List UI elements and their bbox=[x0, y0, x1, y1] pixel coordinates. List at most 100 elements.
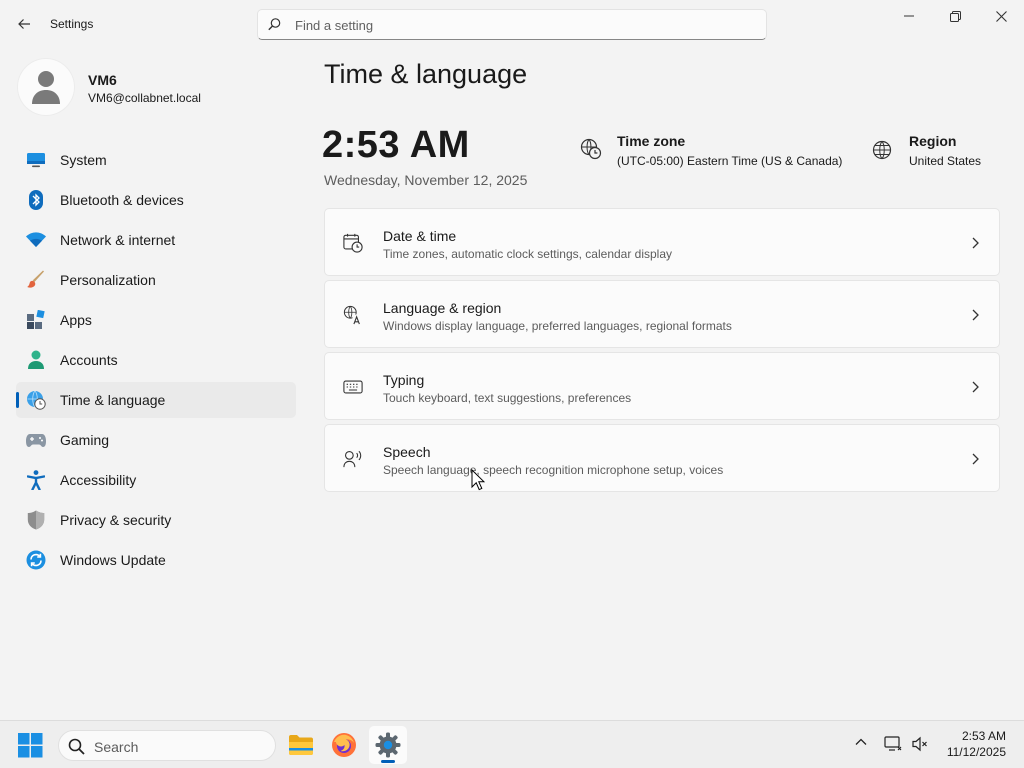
current-time: 2:53 AM bbox=[322, 124, 470, 166]
card-title: Date & time bbox=[383, 228, 457, 244]
taskbar-clock-date[interactable]: 11/12/2025 bbox=[942, 745, 1006, 759]
taskbar-settings[interactable] bbox=[369, 726, 407, 764]
chevron-right-icon bbox=[971, 308, 979, 326]
update-icon bbox=[26, 550, 46, 570]
region-title: Region bbox=[909, 133, 957, 149]
minimize-icon bbox=[904, 15, 914, 17]
user-email: VM6@collabnet.local bbox=[88, 91, 201, 105]
keyboard-icon bbox=[343, 377, 363, 397]
close-icon bbox=[995, 10, 1007, 22]
card-description: Touch keyboard, text suggestions, prefer… bbox=[383, 391, 632, 405]
sidebar-item-accessibility[interactable]: Accessibility bbox=[16, 462, 296, 498]
sidebar-item-label: Accounts bbox=[60, 352, 118, 368]
page-title: Time & language bbox=[324, 59, 528, 89]
person-icon bbox=[32, 71, 60, 104]
active-app-indicator bbox=[381, 760, 395, 763]
sidebar-item-label: Privacy & security bbox=[60, 512, 172, 528]
minimize-button[interactable] bbox=[886, 0, 932, 32]
sidebar-item-label: Accessibility bbox=[60, 472, 137, 488]
globe-icon bbox=[872, 140, 892, 165]
taskbar-file-explorer[interactable] bbox=[282, 726, 320, 764]
person-icon bbox=[26, 350, 46, 370]
windows-logo-icon bbox=[18, 733, 43, 758]
card-title: Typing bbox=[383, 372, 425, 388]
title-bar: Settings bbox=[0, 0, 1024, 48]
sidebar-item-label: Time & language bbox=[60, 392, 166, 408]
card-title: Language & region bbox=[383, 300, 502, 316]
sidebar-item-windows-update[interactable]: Windows Update bbox=[16, 542, 296, 578]
sidebar-item-label: Apps bbox=[60, 312, 92, 328]
sidebar-item-apps[interactable]: Apps bbox=[16, 302, 296, 338]
mouse-cursor-icon bbox=[471, 468, 486, 496]
gear-icon bbox=[375, 732, 401, 758]
sidebar-item-bluetooth[interactable]: Bluetooth & devices bbox=[16, 182, 296, 218]
search-box[interactable] bbox=[257, 9, 767, 40]
sidebar-item-system[interactable]: System bbox=[16, 142, 296, 178]
sidebar-item-personalization[interactable]: Personalization bbox=[16, 262, 296, 298]
taskbar-search-label: Search bbox=[94, 739, 139, 755]
card-date-time[interactable]: Date & time Time zones, automatic clock … bbox=[324, 208, 1000, 276]
network-icon[interactable] bbox=[884, 735, 902, 758]
app-title: Settings bbox=[50, 17, 94, 31]
globe-clock-icon bbox=[26, 390, 46, 410]
sidebar-item-privacy[interactable]: Privacy & security bbox=[16, 502, 296, 538]
bluetooth-icon bbox=[26, 190, 46, 210]
settings-cards: Date & time Time zones, automatic clock … bbox=[324, 208, 1000, 496]
speech-icon bbox=[343, 449, 363, 469]
region-value: United States bbox=[909, 154, 982, 168]
taskbar-clock-time[interactable]: 2:53 AM bbox=[942, 729, 1006, 743]
sidebar-item-accounts[interactable]: Accounts bbox=[16, 342, 296, 378]
sidebar-item-label: Gaming bbox=[60, 432, 110, 448]
card-typing[interactable]: Typing Touch keyboard, text suggestions,… bbox=[324, 352, 1000, 420]
chevron-up-icon[interactable] bbox=[854, 735, 868, 754]
apps-icon bbox=[26, 310, 46, 330]
gamepad-icon bbox=[26, 430, 46, 450]
shield-icon bbox=[26, 510, 46, 530]
sidebar-item-label: Personalization bbox=[60, 272, 156, 288]
search-icon bbox=[267, 17, 282, 37]
card-description: Time zones, automatic clock settings, ca… bbox=[383, 247, 673, 261]
chevron-right-icon bbox=[971, 452, 979, 470]
taskbar: Search 2:53 AM 11/12/2025 bbox=[0, 720, 1024, 768]
sidebar-item-label: Network & internet bbox=[60, 232, 176, 248]
chevron-right-icon bbox=[971, 236, 979, 254]
monitor-icon bbox=[26, 150, 46, 170]
chevron-right-icon bbox=[971, 380, 979, 398]
start-button[interactable] bbox=[18, 733, 43, 763]
search-icon bbox=[68, 738, 85, 760]
sidebar-nav: System Bluetooth & devices Network & int… bbox=[16, 142, 296, 582]
card-language-region[interactable]: Language & region Windows display langua… bbox=[324, 280, 1000, 348]
close-button[interactable] bbox=[978, 0, 1024, 32]
brush-icon bbox=[26, 270, 46, 290]
card-description: Windows display language, preferred lang… bbox=[383, 319, 732, 333]
maximize-button[interactable] bbox=[932, 0, 978, 32]
calendar-clock-icon bbox=[343, 233, 363, 253]
sidebar-item-gaming[interactable]: Gaming bbox=[16, 422, 296, 458]
card-title: Speech bbox=[383, 444, 431, 460]
card-speech[interactable]: Speech Speech language, speech recogniti… bbox=[324, 424, 1000, 492]
taskbar-firefox[interactable] bbox=[325, 726, 363, 764]
sidebar-item-network[interactable]: Network & internet bbox=[16, 222, 296, 258]
current-date: Wednesday, November 12, 2025 bbox=[324, 172, 528, 188]
taskbar-search[interactable]: Search bbox=[58, 730, 276, 761]
volume-muted-icon[interactable] bbox=[911, 735, 929, 758]
restore-icon bbox=[949, 10, 961, 22]
time-zone-value: (UTC-05:00) Eastern Time (US & Canada) bbox=[617, 154, 843, 168]
search-input[interactable] bbox=[295, 15, 745, 35]
back-button[interactable] bbox=[10, 10, 38, 38]
sidebar-item-label: Windows Update bbox=[60, 552, 166, 568]
user-name: VM6 bbox=[88, 72, 117, 88]
card-description: Speech language, speech recognition micr… bbox=[383, 463, 724, 477]
wifi-icon bbox=[26, 230, 46, 250]
accessibility-icon bbox=[26, 470, 46, 490]
time-zone-icon bbox=[580, 138, 602, 165]
time-zone-title: Time zone bbox=[617, 133, 686, 149]
arrow-left-icon bbox=[18, 19, 30, 29]
sidebar-item-time-language[interactable]: Time & language bbox=[16, 382, 296, 418]
sidebar-item-label: Bluetooth & devices bbox=[60, 192, 184, 208]
language-icon bbox=[343, 305, 363, 325]
firefox-icon bbox=[332, 733, 356, 757]
sidebar-item-label: System bbox=[60, 152, 107, 168]
avatar[interactable] bbox=[18, 59, 74, 115]
folder-icon bbox=[289, 735, 313, 755]
